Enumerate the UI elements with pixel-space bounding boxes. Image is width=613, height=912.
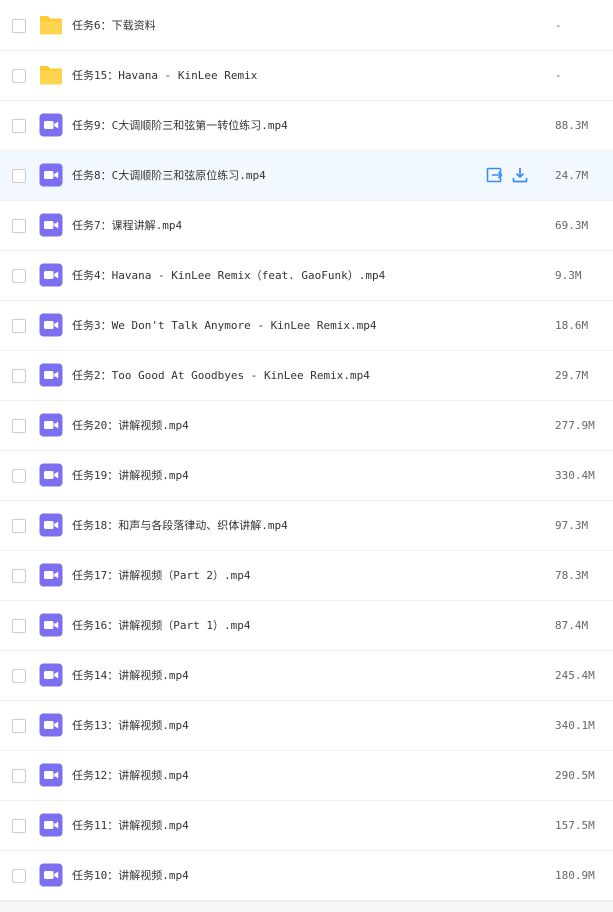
file-size: 29.7M	[555, 369, 589, 382]
file-name[interactable]: 任务20：讲解视频.mp4	[72, 401, 189, 450]
file-row[interactable]: 任务15：Havana - KinLee Remix -	[0, 51, 613, 101]
file-row[interactable]: 任务6：下载资料 -	[0, 1, 613, 51]
file-size: 9.3M	[555, 269, 582, 282]
file-name[interactable]: 任务19：讲解视频.mp4	[72, 451, 189, 500]
file-size: -	[555, 69, 562, 82]
file-size: 24.7M	[555, 169, 589, 182]
file-row[interactable]: 任务9：C大调顺阶三和弦第一转位练习.mp4 88.3M	[0, 101, 613, 151]
row-checkbox[interactable]	[12, 669, 26, 683]
row-checkbox[interactable]	[12, 519, 26, 533]
open-in-app-icon[interactable]	[486, 166, 504, 184]
file-size: 180.9M	[555, 869, 595, 882]
row-checkbox[interactable]	[12, 369, 26, 383]
file-name[interactable]: 任务2：Too Good At Goodbyes - KinLee Remix.…	[72, 351, 370, 400]
file-size: -	[555, 19, 562, 32]
file-name[interactable]: 任务17：讲解视频（Part 2）.mp4	[72, 551, 250, 600]
file-row[interactable]: 任务10：讲解视频.mp4 180.9M	[0, 851, 613, 901]
row-checkbox[interactable]	[12, 719, 26, 733]
video-icon	[39, 113, 63, 137]
file-row[interactable]: 任务18：和声与各段落律动、织体讲解.mp4 97.3M	[0, 501, 613, 551]
file-row[interactable]: 任务16：讲解视频（Part 1）.mp4 87.4M	[0, 601, 613, 651]
video-icon	[39, 263, 63, 287]
file-row[interactable]: 任务8：C大调顺阶三和弦原位练习.mp4 24.7M	[0, 151, 613, 201]
file-name[interactable]: 任务13：讲解视频.mp4	[72, 701, 189, 750]
file-row[interactable]: 任务13：讲解视频.mp4 340.1M	[0, 701, 613, 751]
file-row[interactable]: 任务20：讲解视频.mp4 277.9M	[0, 401, 613, 451]
row-checkbox[interactable]	[12, 269, 26, 283]
file-size: 157.5M	[555, 819, 595, 832]
video-icon	[39, 513, 63, 537]
video-icon	[39, 563, 63, 587]
video-icon	[39, 613, 63, 637]
video-icon	[39, 213, 63, 237]
file-row[interactable]: 任务19：讲解视频.mp4 330.4M	[0, 451, 613, 501]
video-icon	[39, 363, 63, 387]
row-checkbox[interactable]	[12, 19, 26, 33]
row-checkbox[interactable]	[12, 569, 26, 583]
file-name[interactable]: 任务18：和声与各段落律动、织体讲解.mp4	[72, 501, 288, 550]
file-name[interactable]: 任务10：讲解视频.mp4	[72, 851, 189, 900]
file-size: 69.3M	[555, 219, 589, 232]
video-icon	[39, 163, 63, 187]
file-size: 245.4M	[555, 669, 595, 682]
row-checkbox[interactable]	[12, 419, 26, 433]
row-checkbox[interactable]	[12, 769, 26, 783]
file-name[interactable]: 任务8：C大调顺阶三和弦原位练习.mp4	[72, 151, 266, 200]
folder-icon	[39, 13, 63, 37]
video-icon	[39, 313, 63, 337]
row-checkbox[interactable]	[12, 219, 26, 233]
file-list: 任务6：下载资料 - 任务15：Havana - KinLee Remix - 任务9：…	[0, 1, 613, 901]
video-icon	[39, 463, 63, 487]
row-checkbox[interactable]	[12, 69, 26, 83]
video-icon	[39, 863, 63, 887]
file-size: 340.1M	[555, 719, 595, 732]
file-name[interactable]: 任务11：讲解视频.mp4	[72, 801, 189, 850]
file-size: 330.4M	[555, 469, 595, 482]
video-icon	[39, 663, 63, 687]
file-size: 88.3M	[555, 119, 589, 132]
video-icon	[39, 763, 63, 787]
file-name[interactable]: 任务4：Havana - KinLee Remix（feat. GaoFunk）…	[72, 251, 385, 300]
file-name[interactable]: 任务16：讲解视频（Part 1）.mp4	[72, 601, 250, 650]
file-name[interactable]: 任务14：讲解视频.mp4	[72, 651, 189, 700]
row-checkbox[interactable]	[12, 169, 26, 183]
file-size: 277.9M	[555, 419, 595, 432]
file-name[interactable]: 任务3：We Don't Talk Anymore - KinLee Remix…	[72, 301, 377, 350]
file-row[interactable]: 任务14：讲解视频.mp4 245.4M	[0, 651, 613, 701]
video-icon	[39, 713, 63, 737]
row-checkbox[interactable]	[12, 619, 26, 633]
file-size: 78.3M	[555, 569, 589, 582]
file-row[interactable]: 任务2：Too Good At Goodbyes - KinLee Remix.…	[0, 351, 613, 401]
file-size: 97.3M	[555, 519, 589, 532]
file-name[interactable]: 任务15：Havana - KinLee Remix	[72, 51, 257, 100]
row-checkbox[interactable]	[12, 119, 26, 133]
file-name[interactable]: 任务7：课程讲解.mp4	[72, 201, 182, 250]
row-checkbox[interactable]	[12, 819, 26, 833]
row-checkbox[interactable]	[12, 469, 26, 483]
file-name[interactable]: 任务6：下载资料	[72, 1, 156, 50]
bottom-scroll-bar[interactable]	[0, 901, 613, 912]
file-name[interactable]: 任务12：讲解视频.mp4	[72, 751, 189, 800]
file-row[interactable]: 任务12：讲解视频.mp4 290.5M	[0, 751, 613, 801]
video-icon	[39, 813, 63, 837]
file-row[interactable]: 任务7：课程讲解.mp4 69.3M	[0, 201, 613, 251]
folder-icon	[39, 63, 63, 87]
row-checkbox[interactable]	[12, 319, 26, 333]
file-size: 18.6M	[555, 319, 589, 332]
file-row[interactable]: 任务11：讲解视频.mp4 157.5M	[0, 801, 613, 851]
file-name[interactable]: 任务9：C大调顺阶三和弦第一转位练习.mp4	[72, 101, 288, 150]
file-row[interactable]: 任务3：We Don't Talk Anymore - KinLee Remix…	[0, 301, 613, 351]
video-icon	[39, 413, 63, 437]
file-row[interactable]: 任务17：讲解视频（Part 2）.mp4 78.3M	[0, 551, 613, 601]
row-checkbox[interactable]	[12, 869, 26, 883]
file-size: 290.5M	[555, 769, 595, 782]
download-icon[interactable]	[511, 166, 529, 184]
file-row[interactable]: 任务4：Havana - KinLee Remix（feat. GaoFunk）…	[0, 251, 613, 301]
file-size: 87.4M	[555, 619, 589, 632]
